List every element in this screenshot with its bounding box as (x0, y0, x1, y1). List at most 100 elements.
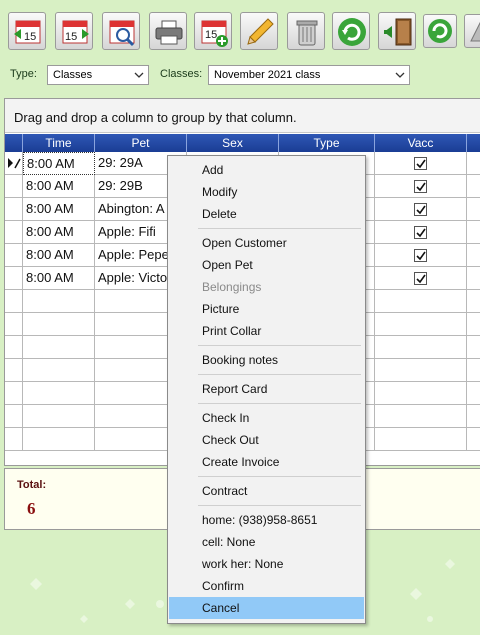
column-header-type[interactable]: Type (279, 134, 375, 152)
menu-item-picture[interactable]: Picture (169, 298, 364, 320)
filler-cell (467, 313, 480, 336)
edit-row-indicator-icon (8, 158, 21, 169)
menu-item-open-pet[interactable]: Open Pet (169, 254, 364, 276)
classes-label: Classes: (160, 68, 203, 80)
vaccinated-checkbox[interactable] (414, 249, 427, 262)
row-indicator-cell (5, 267, 23, 290)
menu-item-home-938-958-8651[interactable]: home: (938)958-8651 (169, 509, 364, 531)
menu-item-check-in[interactable]: Check In (169, 407, 364, 429)
menu-item-contract[interactable]: Contract (169, 480, 364, 502)
filler-cell (467, 336, 480, 359)
menu-item-confirm[interactable]: Confirm (169, 575, 364, 597)
vacc-cell (375, 359, 467, 382)
chevron-down-icon (395, 72, 405, 78)
calendar-next-button[interactable]: 15 (55, 12, 93, 50)
vacc-cell (375, 152, 467, 175)
edit-button[interactable] (240, 12, 278, 50)
menu-item-belongings: Belongings (202, 280, 262, 294)
print-button[interactable] (149, 12, 187, 50)
more-button[interactable] (464, 14, 480, 48)
filler-cell (467, 152, 480, 175)
row-indicator-cell (5, 359, 23, 382)
row-indicator-cell (5, 152, 23, 175)
vaccinated-checkbox[interactable] (414, 180, 427, 193)
pencil-icon (247, 18, 274, 45)
time-cell: 8:00 AM (23, 175, 95, 198)
vacc-cell (375, 221, 467, 244)
time-cell (23, 359, 95, 382)
time-cell (23, 428, 95, 451)
menu-separator (198, 345, 361, 346)
svg-text:15: 15 (65, 31, 77, 43)
row-indicator-header (5, 134, 23, 152)
menu-item-cancel[interactable]: Cancel (169, 597, 364, 619)
add-booking-button[interactable]: 15 (194, 12, 232, 50)
menu-item-modify[interactable]: Modify (169, 181, 364, 203)
group-by-panel[interactable]: Drag and drop a column to group by that … (5, 99, 480, 133)
vaccinated-checkbox[interactable] (414, 272, 427, 285)
menu-item-add[interactable]: Add (169, 159, 364, 181)
grid-header: Time Pet Sex Type Vacc (5, 134, 480, 152)
row-indicator-cell (5, 290, 23, 313)
calendar-previous-icon: 15 (14, 20, 41, 44)
time-cell (23, 382, 95, 405)
type-select-value: Classes (53, 69, 93, 81)
vacc-cell (375, 290, 467, 313)
vaccinated-checkbox[interactable] (414, 226, 427, 239)
filter-bar: Type: Classes Classes: November 2021 cla… (0, 60, 480, 88)
time-cell: 8:00 AM (23, 152, 95, 175)
refresh-small-button[interactable] (423, 14, 457, 48)
calendar-previous-button[interactable]: 15 (8, 12, 46, 50)
menu-item-print-collar[interactable]: Print Collar (169, 320, 364, 342)
calendar-search-button[interactable] (102, 12, 140, 50)
vacc-cell (375, 198, 467, 221)
refresh-small-icon (428, 19, 452, 43)
column-header-pet[interactable]: Pet (95, 134, 187, 152)
menu-item-report-card[interactable]: Report Card (169, 378, 364, 400)
menu-separator (198, 374, 361, 375)
row-indicator-cell (5, 405, 23, 428)
filler-cell (467, 382, 480, 405)
column-header-vacc[interactable]: Vacc (375, 134, 467, 152)
row-indicator-cell (5, 221, 23, 244)
menu-item-cell-none[interactable]: cell: None (169, 531, 364, 553)
delete-button[interactable] (287, 12, 325, 50)
vaccinated-checkbox[interactable] (414, 157, 427, 170)
filler-cell (467, 198, 480, 221)
menu-item-create-invoice[interactable]: Create Invoice (169, 451, 364, 473)
checkmark-icon (416, 182, 426, 192)
row-indicator-cell (5, 198, 23, 221)
type-select[interactable]: Classes (47, 65, 149, 85)
filler-cell (467, 290, 480, 313)
refresh-button[interactable] (332, 12, 370, 50)
trash-can-icon (296, 20, 318, 46)
total-label: Total: (17, 479, 47, 491)
column-header-sex[interactable]: Sex (187, 134, 279, 152)
menu-item-open-customer[interactable]: Open Customer (169, 232, 364, 254)
check-in-button[interactable] (378, 12, 416, 50)
column-header-time[interactable]: Time (23, 134, 95, 152)
menu-separator (198, 403, 361, 404)
filler-cell (467, 405, 480, 428)
svg-text:15: 15 (24, 31, 36, 43)
triangle-icon (470, 21, 480, 42)
menu-item-booking-notes[interactable]: Booking notes (169, 349, 364, 371)
checkmark-icon (416, 228, 426, 238)
vaccinated-checkbox[interactable] (414, 203, 427, 216)
menu-item-work-her-none[interactable]: work her: None (169, 553, 364, 575)
time-cell: 8:00 AM (23, 267, 95, 290)
vacc-cell (375, 244, 467, 267)
checkmark-icon (416, 274, 426, 284)
filler-cell (467, 244, 480, 267)
vacc-cell (375, 267, 467, 290)
toolbar: 15 15 15 (0, 0, 480, 58)
row-indicator-cell (5, 313, 23, 336)
classes-select[interactable]: November 2021 class (208, 65, 410, 85)
menu-item-check-out[interactable]: Check Out (169, 429, 364, 451)
vacc-cell (375, 382, 467, 405)
checkmark-icon (416, 205, 426, 215)
vacc-cell (375, 313, 467, 336)
svg-text:15: 15 (205, 29, 217, 41)
menu-item-delete[interactable]: Delete (169, 203, 364, 225)
row-indicator-cell (5, 175, 23, 198)
